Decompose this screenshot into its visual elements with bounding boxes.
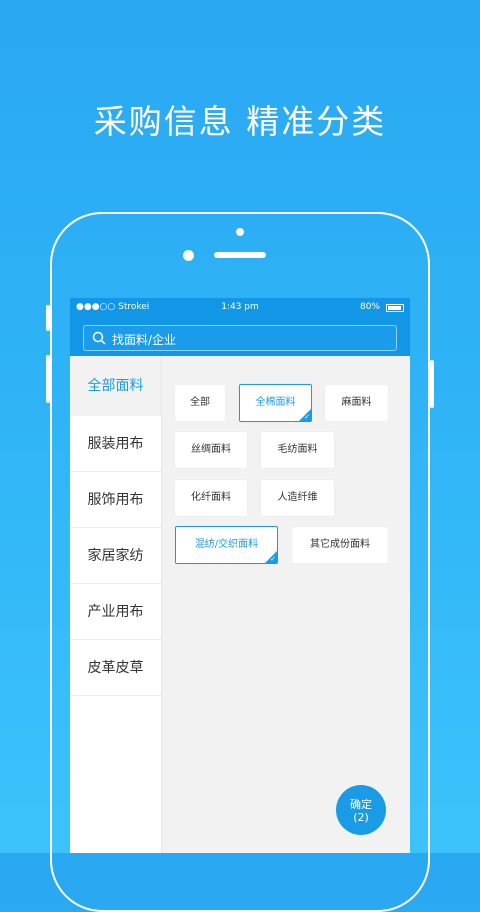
sensor-dot [236, 228, 244, 236]
chip-label: 人造纤维 [277, 492, 318, 503]
battery-percent: 80% [359, 302, 380, 312]
phone-side-button-right [430, 360, 434, 408]
sidebar-item-leather-fur[interactable]: 皮革皮草 [70, 640, 161, 696]
confirm-label: 确定 [350, 798, 372, 811]
status-bar: ●●●○○ Strokei 1:43 pm 80% [70, 298, 410, 318]
sidebar-divider [161, 356, 162, 853]
chip-wool[interactable]: 毛纺面料 [261, 432, 334, 468]
chip-cotton[interactable]: 全棉面料 ✓ [239, 384, 312, 422]
chip-man-made-fiber[interactable]: 人造纤维 [261, 480, 334, 516]
search-placeholder: 找面料/企业 [112, 333, 177, 347]
chip-label: 化纤面料 [191, 492, 231, 503]
speaker-slot [214, 252, 266, 258]
chip-label: 全棉面料 [255, 397, 296, 408]
headline: 采购信息 精准分类 [93, 102, 387, 141]
chip-silk[interactable]: 丝绸面料 [175, 432, 247, 468]
chip-label: 全部 [190, 397, 210, 408]
phone-side-button-left [46, 305, 50, 331]
chip-label: 麻面料 [341, 397, 372, 408]
sidebar-item-apparel-fabric[interactable]: 服装用布 [70, 416, 161, 472]
sidebar-item-industrial-fabric[interactable]: 产业用布 [70, 584, 161, 640]
search-icon [92, 331, 106, 345]
chip-all[interactable]: 全部 [175, 385, 225, 421]
chip-label: 毛纺面料 [277, 444, 318, 455]
sidebar-item-all-fabrics[interactable]: 全部面料 [70, 356, 161, 416]
app-header: ●●●○○ Strokei 1:43 pm 80% 找面料/企业 [70, 298, 410, 356]
check-icon: ✓ [304, 413, 310, 421]
chip-linen[interactable]: 麻面料 [325, 385, 388, 421]
category-sidebar: 全部面料 服装用布 服饰用布 家居家纺 产业用布 皮革皮草 [70, 356, 161, 853]
app-screen: ●●●○○ Strokei 1:43 pm 80% 找面料/企业 全部面料 服装… [70, 298, 410, 853]
chip-blended[interactable]: 混纺/交织面料 ✓ [175, 526, 278, 564]
confirm-count: (2) [353, 811, 369, 824]
check-icon: ✓ [270, 555, 276, 563]
phone-side-button-left-2 [46, 355, 50, 403]
confirm-button[interactable]: 确定 (2) [336, 785, 386, 835]
chip-other-composition[interactable]: 其它成份面料 [292, 527, 388, 563]
search-input[interactable]: 找面料/企业 [83, 325, 397, 351]
sidebar-item-home-textiles[interactable]: 家居家纺 [70, 528, 161, 584]
camera-dot [183, 250, 194, 261]
chip-synthetic[interactable]: 化纤面料 [175, 480, 247, 516]
chip-label: 混纺/交织面料 [194, 539, 259, 550]
chip-label: 丝绸面料 [191, 444, 231, 455]
chip-label: 其它成份面料 [310, 539, 370, 550]
sidebar-item-accessory-fabric[interactable]: 服饰用布 [70, 472, 161, 528]
battery-icon [386, 304, 404, 312]
